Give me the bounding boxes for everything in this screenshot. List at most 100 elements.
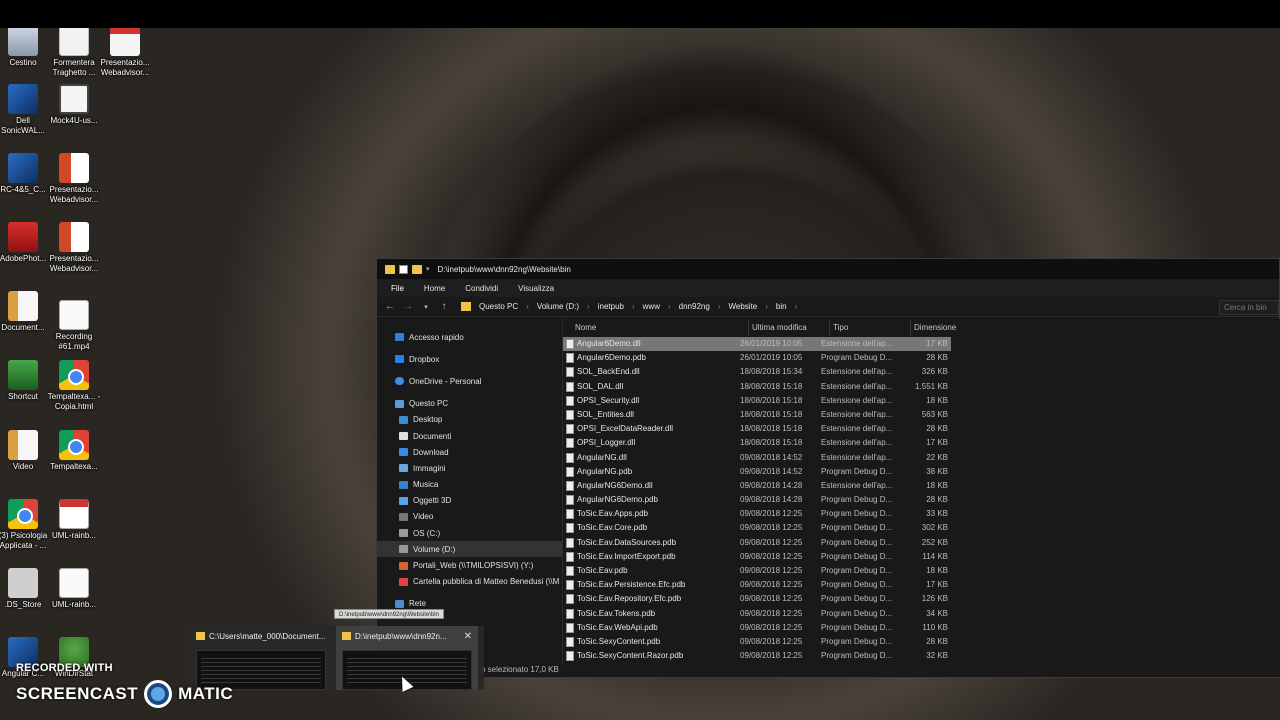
file-row[interactable]: OPSI_ExcelDataReader.dll 18/08/2018 15:18… xyxy=(563,422,1280,436)
file-name: SOL_DAL.dll xyxy=(577,381,624,391)
tab-home[interactable]: Home xyxy=(424,284,445,293)
column-header-type[interactable]: Tipo xyxy=(833,323,848,332)
file-row[interactable]: ToSic.Eav.ImportExport.pdb 09/08/2018 12:… xyxy=(563,550,1280,564)
tab-share[interactable]: Condividi xyxy=(465,284,498,293)
file-name: AngularNG6Demo.dll xyxy=(577,480,653,490)
desktop-shortcut-label: .DS_Store xyxy=(4,600,42,609)
nav-item[interactable]: Oggetti 3D xyxy=(377,493,562,509)
file-row[interactable]: ToSic.SexyContent.Razor.pdb 09/08/2018 12… xyxy=(563,649,1280,663)
nav-item[interactable]: Video xyxy=(377,509,562,525)
file-row[interactable]: ToSic.SexyContent.pdb 09/08/2018 12:25 Pro… xyxy=(563,635,1280,649)
file-icon xyxy=(566,452,574,463)
properties-icon[interactable] xyxy=(399,264,408,274)
back-arrow-icon[interactable]: ← xyxy=(385,301,395,312)
nav-item[interactable]: Portali_Web (\\TMILOPSISVI) (Y:) xyxy=(377,557,562,573)
file-row[interactable]: ToSic.Eav.Apps.pdb 09/08/2018 12:25 Progra… xyxy=(563,507,1280,521)
file-type: Estensione dell'ap... xyxy=(821,480,893,490)
file-icon xyxy=(566,480,574,491)
nav-item[interactable]: Immagini xyxy=(377,460,562,476)
desktop-shortcut[interactable]: Mock4U-us... xyxy=(45,84,103,126)
file-row[interactable]: Angular6Demo.dll 26/01/2019 10:05 Estensio… xyxy=(563,337,951,352)
column-divider[interactable] xyxy=(829,321,830,335)
file-row[interactable]: ToSic.Eav.Tokens.pdb 09/08/2018 12:25 Prog… xyxy=(563,607,1280,621)
file-row[interactable]: ToSic.Eav.DataSources.pdb 09/08/2018 12:2… xyxy=(563,536,1280,550)
file-row[interactable]: ToSic.Eav.Persistence.Efc.pdb 09/08/2018 … xyxy=(563,578,1280,592)
file-row[interactable]: SOL_BackEnd.dll 18/08/2018 15:34 Estension… xyxy=(563,365,1280,379)
network-drive-icon xyxy=(399,561,408,570)
file-row[interactable]: Angular6Demo.pdb 26/01/2019 10:05 Program … xyxy=(563,351,1280,365)
column-header-name[interactable]: Nome xyxy=(575,323,596,332)
file-row[interactable]: SOL_Entities.dll 18/08/2018 15:18 Estensio… xyxy=(563,408,1280,422)
file-name: ToSic.SexyContent.pdb xyxy=(577,636,661,646)
nav-item[interactable]: Questo PC xyxy=(377,396,562,412)
column-divider[interactable] xyxy=(910,321,911,335)
file-row[interactable]: AngularNG.dll 09/08/2018 14:52 Estensione … xyxy=(563,451,1280,465)
chevron-right-icon[interactable]: › xyxy=(668,302,671,311)
desktop-shortcut[interactable]: Recording #61.mp4 xyxy=(45,300,103,352)
file-row[interactable]: SOL_DAL.dll 18/08/2018 15:18 Estensione de… xyxy=(563,380,1280,394)
breadcrumb-website[interactable]: Website xyxy=(728,302,757,311)
breadcrumb-inetpub[interactable]: inetpub xyxy=(598,302,624,311)
breadcrumb-this-pc[interactable]: Questo PC xyxy=(479,302,518,311)
file-explorer-window[interactable]: ▾ D:\inetpub\www\dnn92ng\Website\bin Fil… xyxy=(376,258,1280,678)
file-row[interactable]: AngularNG.pdb 09/08/2018 14:52 Program Deb… xyxy=(563,465,1280,479)
nav-item[interactable]: Accesso rapido xyxy=(377,329,562,345)
desktop-shortcut[interactable]: UML-rainb... xyxy=(45,568,103,610)
chevron-right-icon[interactable]: › xyxy=(765,302,768,311)
recent-locations-chevron-icon[interactable]: ▾ xyxy=(421,303,431,311)
breadcrumb-bin[interactable]: bin xyxy=(776,302,787,311)
nav-item[interactable]: Musica xyxy=(377,477,562,493)
nav-item[interactable]: Download xyxy=(377,444,562,460)
ribbon-tabs: File Home Condividi Visualizza xyxy=(377,279,1279,297)
file-icon xyxy=(566,622,574,633)
breadcrumb-www[interactable]: www xyxy=(643,302,660,311)
title-bar[interactable]: ▾ D:\inetpub\www\dnn92ng\Website\bin xyxy=(377,259,1279,279)
tab-file[interactable]: File xyxy=(391,284,404,293)
file-row[interactable]: ToSic.Eav.pdb 09/08/2018 12:25 Program Deb… xyxy=(563,564,1280,578)
chevron-right-icon[interactable]: › xyxy=(632,302,635,311)
column-header-size[interactable]: Dimensione xyxy=(914,323,956,332)
up-arrow-icon[interactable]: ↑ xyxy=(439,301,449,312)
new-folder-icon[interactable] xyxy=(412,264,422,274)
column-divider[interactable] xyxy=(748,321,749,335)
file-date: 09/08/2018 14:52 xyxy=(740,452,803,462)
address-bar[interactable]: Questo PC › Volume (D:) › inetpub › www › dn… xyxy=(457,299,1217,314)
desktop-shortcut[interactable]: UML-rainb... xyxy=(45,499,103,541)
file-row[interactable]: AngularNG6Demo.pdb 09/08/2018 14:28 Progra… xyxy=(563,493,1280,507)
nav-item[interactable]: OneDrive - Personal xyxy=(377,373,562,389)
tab-view[interactable]: Visualizza xyxy=(518,284,554,293)
desktop-shortcut[interactable]: Tempaltexa... - Copia.html xyxy=(45,360,103,412)
nav-item[interactable]: Cartella pubblica di Matteo Benedusi (\\… xyxy=(377,574,562,590)
breadcrumb-volume-d[interactable]: Volume (D:) xyxy=(537,302,579,311)
quick-access-dropdown-icon[interactable]: ▾ xyxy=(426,265,430,273)
search-input[interactable]: Cerca in bin xyxy=(1219,300,1279,315)
nav-item[interactable]: Volume (D:) xyxy=(377,541,562,558)
chevron-right-icon[interactable]: › xyxy=(795,302,798,311)
desktop-shortcut[interactable]: Presentazio... Webadvisor... xyxy=(45,153,103,205)
desktop-shortcut-label: Document... xyxy=(1,323,45,332)
file-row[interactable]: OPSI_Security.dll 18/08/2018 15:18 Estensi… xyxy=(563,394,1280,408)
file-row[interactable]: ToSic.Eav.WebApi.pdb 09/08/2018 12:25 Prog… xyxy=(563,621,1280,635)
file-row[interactable]: AngularNG6Demo.dll 09/08/2018 14:28 Estens… xyxy=(563,479,1280,493)
breadcrumb-dnn92ng[interactable]: dnn92ng xyxy=(679,302,710,311)
file-date: 18/08/2018 15:18 xyxy=(740,409,803,419)
column-header-date[interactable]: Ultima modifica xyxy=(752,323,807,332)
desktop-shortcut[interactable]: Presentazio... Webadvisor... xyxy=(45,222,103,274)
close-icon[interactable]: ✕ xyxy=(464,631,472,642)
file-row[interactable]: ToSic.Eav.Core.pdb 09/08/2018 12:25 Progra… xyxy=(563,521,1280,535)
chevron-right-icon[interactable]: › xyxy=(718,302,721,311)
file-date: 18/08/2018 15:18 xyxy=(740,438,803,448)
nav-item[interactable]: Documenti xyxy=(377,428,562,444)
nav-item[interactable]: Desktop xyxy=(377,412,562,428)
desktop-shortcut[interactable]: Tempaltexa... xyxy=(45,430,103,472)
file-row[interactable]: OPSI_Logger.dll 18/08/2018 15:18 Estension… xyxy=(563,436,1280,450)
desktop-shortcut[interactable]: Formentera Traghetto ... xyxy=(45,26,103,78)
explorer-body: Accesso rapido Dropbox OneDrive - Personal… xyxy=(377,319,1280,667)
forward-arrow-icon[interactable]: → xyxy=(403,301,413,312)
nav-item[interactable]: OS (C:) xyxy=(377,525,562,541)
chevron-right-icon[interactable]: › xyxy=(587,302,590,311)
file-row[interactable]: ToSic.Eav.Repository.Efc.pdb 09/08/2018 1… xyxy=(563,592,1280,606)
chevron-right-icon[interactable]: › xyxy=(526,302,529,311)
desktop-shortcut[interactable]: Presentazio... Webadvisor... xyxy=(96,26,154,78)
nav-item[interactable]: Dropbox xyxy=(377,351,562,367)
